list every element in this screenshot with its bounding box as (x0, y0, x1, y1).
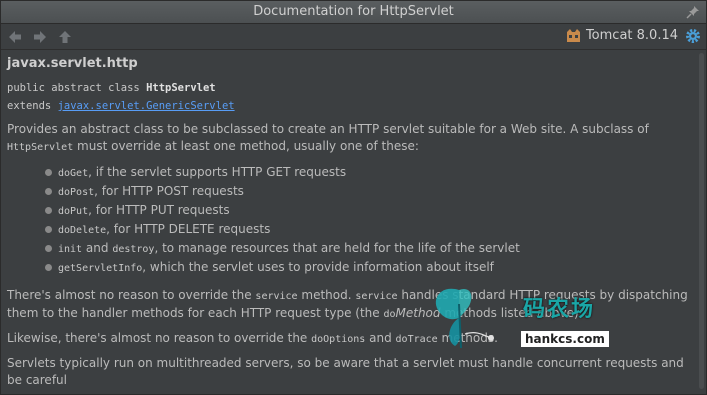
para-text: and (365, 331, 396, 345)
para-text: There's almost no reason to override the (7, 288, 256, 302)
bullet-icon (45, 207, 52, 214)
method-code: doGet (58, 168, 89, 179)
superclass-link[interactable]: javax.servlet.GenericServlet (58, 100, 235, 112)
method-desc: , for HTTP PUT requests (88, 203, 230, 217)
method-desc: , for HTTP POST requests (94, 184, 244, 198)
list-item: getServletInfo, which the servlet uses t… (45, 258, 697, 277)
watermark-text: 码农场 (523, 297, 596, 322)
title-bar[interactable]: Documentation for HttpServlet (1, 1, 706, 24)
list-item: doPut, for HTTP PUT requests (45, 201, 697, 220)
back-arrow-icon[interactable] (7, 29, 23, 45)
server-selector[interactable]: Tomcat 8.0.14 (566, 28, 678, 43)
method-desc: , which the servlet uses to provide info… (142, 260, 494, 274)
bullet-icon (45, 245, 52, 252)
inline-code: doOptions (311, 334, 366, 345)
vertical-scrollbar[interactable] (699, 53, 704, 389)
class-name: HttpServlet (146, 82, 216, 94)
extends-line: extends javax.servlet.GenericServlet (7, 100, 697, 112)
method-code: doDelete (58, 225, 107, 236)
window-title: Documentation for HttpServlet (253, 4, 454, 19)
inline-code: do (383, 309, 396, 320)
method-code: getServletInfo (58, 263, 143, 274)
method-code: doPut (58, 206, 89, 217)
method-list: doGet, if the servlet supports HTTP GET … (45, 163, 697, 277)
package-name: javax.servlet.http (7, 56, 138, 71)
inline-code: service (355, 291, 398, 302)
class-declaration: public abstract class HttpServlet (7, 82, 697, 94)
intro-code: HttpServlet (7, 142, 74, 153)
pin-icon[interactable] (686, 5, 700, 19)
method-desc: , to manage resources that are held for … (154, 241, 520, 255)
method-desc: , if the servlet supports HTTP GET reque… (88, 165, 347, 179)
list-item: init and destroy, to manage resources th… (45, 239, 697, 258)
bullet-icon (45, 188, 52, 195)
intro-text-2: must override at least one method, usual… (73, 139, 419, 153)
method-desc: , for HTTP DELETE requests (106, 222, 271, 236)
server-label: Tomcat 8.0.14 (585, 28, 678, 43)
method-mid: and (82, 241, 113, 255)
tomcat-icon (566, 28, 580, 42)
intro-text-1: Provides an abstract class to be subclas… (7, 122, 649, 136)
declaration-prefix: public abstract class (7, 82, 147, 94)
up-arrow-icon[interactable] (57, 29, 73, 45)
bullet-icon (45, 169, 52, 176)
gear-icon[interactable] (685, 28, 701, 44)
list-item: doGet, if the servlet supports HTTP GET … (45, 163, 697, 182)
bullet-icon (45, 264, 52, 271)
threading-paragraph: Servlets typically run on multithreaded … (7, 356, 684, 387)
list-item: doPost, for HTTP POST requests (45, 182, 697, 201)
inline-code: service (255, 291, 298, 302)
para-text: Likewise, there's almost no reason to ov… (7, 331, 312, 345)
bullet-icon (45, 226, 52, 233)
para-text: method. (297, 288, 356, 302)
method-code: init (58, 244, 83, 255)
forward-arrow-icon[interactable] (32, 29, 48, 45)
documentation-window: Documentation for HttpServlet Tomcat 8.0… (0, 0, 707, 395)
intro-paragraph: Provides an abstract class to be subclas… (7, 121, 697, 156)
list-item: doDelete, for HTTP DELETE requests (45, 220, 697, 239)
extends-prefix: extends (7, 100, 58, 112)
doc-toolbar: Tomcat 8.0.14 (1, 24, 706, 50)
method-code: doPost (58, 187, 95, 198)
watermark-subtext: hankcs.com (521, 331, 609, 347)
method-code: destroy (112, 244, 155, 255)
